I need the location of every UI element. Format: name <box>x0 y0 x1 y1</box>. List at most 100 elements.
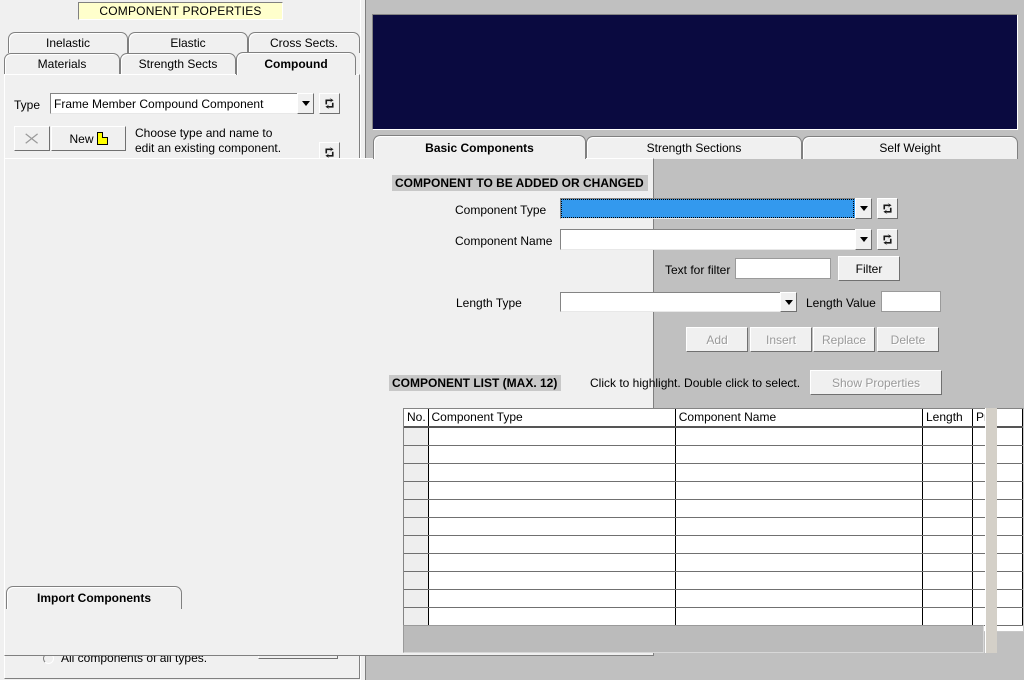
cell-no[interactable] <box>404 607 429 626</box>
cell-length[interactable] <box>922 427 973 446</box>
cell-pr[interactable] <box>972 445 1023 464</box>
table-row[interactable] <box>404 463 1023 482</box>
cell-component-name[interactable] <box>675 517 924 536</box>
type-combo[interactable]: Frame Member Compound Component <box>50 93 314 114</box>
table-scrollbar[interactable] <box>985 408 997 653</box>
table-row[interactable] <box>404 607 1023 626</box>
cell-pr[interactable] <box>972 481 1023 500</box>
cell-no[interactable] <box>404 445 429 464</box>
cell-component-type[interactable] <box>428 427 676 446</box>
component-type-combo-arrow[interactable] <box>855 198 872 219</box>
cell-no[interactable] <box>404 499 429 518</box>
component-name-combo-arrow[interactable] <box>855 229 872 250</box>
cell-component-type[interactable] <box>428 535 676 554</box>
cell-component-name[interactable] <box>675 463 924 482</box>
cell-pr[interactable] <box>972 499 1023 518</box>
cell-component-type[interactable] <box>428 517 676 536</box>
right-text-for-filter-input[interactable] <box>735 258 831 279</box>
table-row[interactable] <box>404 535 1023 554</box>
length-type-combo[interactable] <box>560 292 797 312</box>
cell-component-type[interactable] <box>428 553 676 572</box>
table-row[interactable] <box>404 553 1023 572</box>
cell-component-name[interactable] <box>675 427 924 446</box>
new-button[interactable]: New <box>51 126 126 151</box>
cell-length[interactable] <box>922 463 973 482</box>
cell-component-type[interactable] <box>428 481 676 500</box>
tab-strength-sections[interactable]: Strength Sections <box>586 136 802 159</box>
tab-materials[interactable]: Materials <box>4 53 120 74</box>
cell-length[interactable] <box>922 535 973 554</box>
cell-component-name[interactable] <box>675 499 924 518</box>
cell-no[interactable] <box>404 427 429 446</box>
tab-self-weight[interactable]: Self Weight <box>802 136 1018 159</box>
cell-length[interactable] <box>922 445 973 464</box>
cell-pr[interactable] <box>972 607 1023 626</box>
type-refresh-button[interactable] <box>319 93 340 114</box>
show-properties-button[interactable]: Show Properties <box>810 370 942 395</box>
cell-component-name[interactable] <box>675 553 924 572</box>
component-type-refresh-button[interactable] <box>877 198 898 219</box>
cell-no[interactable] <box>404 553 429 572</box>
filter-button-right[interactable]: Filter <box>838 256 900 281</box>
replace-button[interactable]: Replace <box>813 327 875 352</box>
table-row[interactable] <box>404 481 1023 500</box>
delete-button-right[interactable]: Delete <box>877 327 939 352</box>
preview-canvas[interactable] <box>372 14 1018 130</box>
type-combo-arrow[interactable] <box>297 93 314 114</box>
cell-no[interactable] <box>404 589 429 608</box>
cell-component-type[interactable] <box>428 589 676 608</box>
cell-component-name[interactable] <box>675 535 924 554</box>
add-button[interactable]: Add <box>686 327 748 352</box>
tab-import-components[interactable]: Import Components <box>6 586 182 609</box>
cell-length[interactable] <box>922 499 973 518</box>
length-type-combo-value[interactable] <box>560 292 780 312</box>
cut-button[interactable] <box>14 126 50 151</box>
cell-component-name[interactable] <box>675 571 924 590</box>
cell-length[interactable] <box>922 553 973 572</box>
cell-pr[interactable] <box>972 535 1023 554</box>
cell-no[interactable] <box>404 517 429 536</box>
cell-pr[interactable] <box>972 427 1023 446</box>
cell-component-name[interactable] <box>675 607 924 626</box>
component-name-combo-value[interactable] <box>560 229 855 250</box>
tab-strength-sects[interactable]: Strength Sects <box>120 53 236 74</box>
tab-compound[interactable]: Compound <box>236 52 356 75</box>
cell-pr[interactable] <box>972 571 1023 590</box>
cell-no[interactable] <box>404 535 429 554</box>
table-row[interactable] <box>404 499 1023 518</box>
table-row[interactable] <box>404 571 1023 590</box>
length-type-combo-arrow[interactable] <box>780 292 797 312</box>
insert-button[interactable]: Insert <box>750 327 812 352</box>
tab-inelastic[interactable]: Inelastic <box>8 32 128 53</box>
cell-component-type[interactable] <box>428 445 676 464</box>
tab-elastic[interactable]: Elastic <box>128 32 248 53</box>
component-type-combo[interactable] <box>560 198 872 219</box>
cell-length[interactable] <box>922 517 973 536</box>
cell-pr[interactable] <box>972 553 1023 572</box>
component-name-refresh-button[interactable] <box>877 229 898 250</box>
cell-component-name[interactable] <box>675 445 924 464</box>
cell-no[interactable] <box>404 481 429 500</box>
cell-length[interactable] <box>922 589 973 608</box>
type-combo-value[interactable]: Frame Member Compound Component <box>50 93 297 114</box>
cell-component-name[interactable] <box>675 589 924 608</box>
length-value-input[interactable] <box>881 291 941 312</box>
cell-pr[interactable] <box>972 517 1023 536</box>
cell-component-name[interactable] <box>675 481 924 500</box>
tab-cross-sects[interactable]: Cross Sects. <box>248 32 360 53</box>
cell-component-type[interactable] <box>428 463 676 482</box>
table-row[interactable] <box>404 427 1023 446</box>
table-row[interactable] <box>404 445 1023 464</box>
cell-no[interactable] <box>404 463 429 482</box>
cell-length[interactable] <box>922 607 973 626</box>
tab-basic-components[interactable]: Basic Components <box>373 135 586 159</box>
cell-pr[interactable] <box>972 463 1023 482</box>
cell-component-type[interactable] <box>428 499 676 518</box>
component-type-combo-value[interactable] <box>560 198 855 219</box>
cell-no[interactable] <box>404 571 429 590</box>
cell-length[interactable] <box>922 571 973 590</box>
component-name-combo[interactable] <box>560 229 872 250</box>
cell-length[interactable] <box>922 481 973 500</box>
cell-component-type[interactable] <box>428 607 676 626</box>
table-row[interactable] <box>404 589 1023 608</box>
